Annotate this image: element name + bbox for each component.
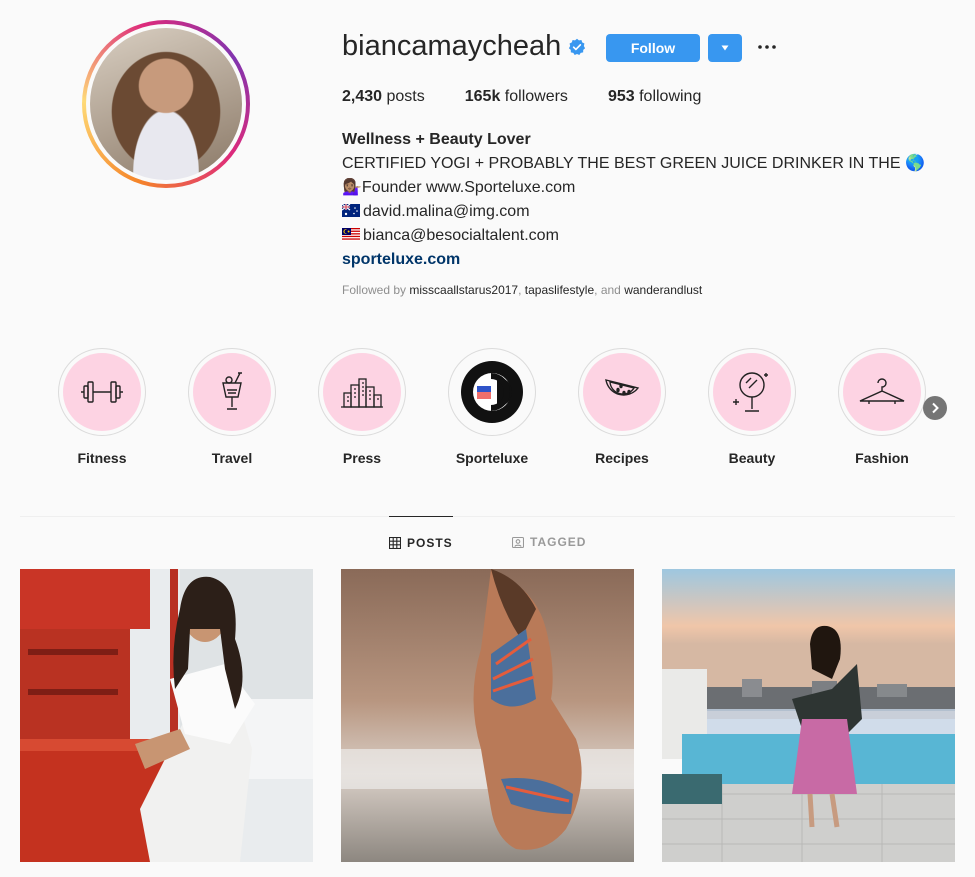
person-emoji: 💁🏽‍♀️ <box>342 179 362 196</box>
highlight-cover <box>453 353 531 431</box>
follow-button[interactable]: Follow <box>606 34 700 62</box>
tab-tagged-label: TAGGED <box>530 535 587 549</box>
tag-user-icon <box>512 536 524 548</box>
highlight-ring <box>708 348 796 436</box>
post-photo-1 <box>20 569 313 862</box>
bio-line-founder: 💁🏽‍♀️Founder www.Sporteluxe.com <box>342 176 925 200</box>
followed-by: Followed by misscaallstarus2017, tapasli… <box>342 283 702 297</box>
profile-bio: Wellness + Beauty Lover CERTIFIED YOGI +… <box>342 128 925 272</box>
highlight-travel[interactable]: Travel <box>188 348 276 466</box>
globe-emoji: 🌎 <box>904 155 925 172</box>
highlight-ring <box>578 348 666 436</box>
highlight-recipes[interactable]: Recipes <box>578 348 666 466</box>
avatar-gap <box>86 24 246 184</box>
tab-tagged[interactable]: TAGGED <box>512 516 586 568</box>
sporteluxe-logo-icon <box>461 361 523 423</box>
cocktail-icon <box>222 372 242 410</box>
bio-line-yogi: CERTIFIED YOGI + PROBABLY THE BEST GREEN… <box>342 152 925 176</box>
followed-by-prefix: Followed by <box>342 283 407 297</box>
highlight-label: Beauty <box>728 450 776 466</box>
followers-stat[interactable]: 165k followers <box>465 88 568 106</box>
chevron-right-icon <box>932 402 939 414</box>
followed-by-user[interactable]: wanderandlust <box>624 283 702 297</box>
section-divider <box>20 516 955 517</box>
ellipsis-icon <box>758 45 776 49</box>
full-name: Wellness + Beauty Lover <box>342 131 531 148</box>
profile-stats: 2,430 posts 165k followers 953 following <box>342 88 741 106</box>
following-count: 953 <box>607 88 635 105</box>
malaysia-flag-icon <box>342 228 360 241</box>
posts-stat: 2,430 posts <box>342 88 425 106</box>
bio-line-email-au: david.malina@img.com <box>342 200 925 224</box>
verified-badge-icon <box>568 38 586 55</box>
highlight-cover <box>63 353 141 431</box>
username: biancamaycheah <box>342 30 562 62</box>
followers-label: followers <box>504 88 568 105</box>
australia-flag-icon <box>342 204 360 217</box>
highlight-sporteluxe[interactable]: Sporteluxe <box>448 348 536 466</box>
tab-posts-label: POSTS <box>407 536 453 550</box>
highlight-label: Fitness <box>77 450 127 466</box>
post-thumbnail[interactable] <box>662 569 955 862</box>
following-label: following <box>639 88 702 105</box>
highlight-label: Sporteluxe <box>455 450 529 466</box>
highlight-ring <box>58 348 146 436</box>
bio-line-email-my: bianca@besocialtalent.com <box>342 224 925 248</box>
highlight-label: Fashion <box>855 450 909 466</box>
post-thumbnail[interactable] <box>20 569 313 862</box>
highlight-fitness[interactable]: Fitness <box>58 348 146 466</box>
highlight-ring <box>188 348 276 436</box>
more-options-button[interactable] <box>756 36 778 58</box>
highlight-ring <box>318 348 406 436</box>
city-buildings-icon <box>341 378 383 408</box>
highlight-cover <box>583 353 661 431</box>
grid-icon <box>389 537 401 549</box>
bio-line-yogi-text: CERTIFIED YOGI + PROBABLY THE BEST GREEN… <box>342 155 901 172</box>
highlight-label: Travel <box>211 450 253 466</box>
followed-by-user[interactable]: misscaallstarus2017 <box>409 283 518 297</box>
highlight-label: Recipes <box>595 450 649 466</box>
posts-label: posts <box>386 88 425 105</box>
hanger-icon <box>859 378 905 404</box>
highlights-next-button[interactable] <box>923 396 947 420</box>
post-photo-3 <box>662 569 955 862</box>
highlight-press[interactable]: Press <box>318 348 406 466</box>
highlight-beauty[interactable]: Beauty <box>708 348 796 466</box>
highlight-cover <box>843 353 921 431</box>
post-photo-2 <box>341 569 634 862</box>
website-link[interactable]: sporteluxe.com <box>342 248 925 272</box>
highlight-cover <box>713 353 791 431</box>
highlight-label: Press <box>342 450 382 466</box>
email-au: david.malina@img.com <box>363 203 530 220</box>
highlight-ring <box>448 348 536 436</box>
highlight-cover <box>193 353 271 431</box>
highlight-cover <box>323 353 401 431</box>
bio-line-founder-text: Founder www.Sporteluxe.com <box>361 179 576 196</box>
post-thumbnail[interactable] <box>341 569 634 862</box>
highlight-fashion[interactable]: Fashion <box>838 348 926 466</box>
email-my: bianca@besocialtalent.com <box>363 227 559 244</box>
dumbbell-icon <box>81 381 123 403</box>
highlight-ring <box>838 348 926 436</box>
suggested-dropdown-button[interactable] <box>708 34 742 62</box>
profile-avatar[interactable] <box>90 28 242 180</box>
tab-posts[interactable]: POSTS <box>389 516 453 569</box>
followed-by-user[interactable]: tapaslifestyle <box>525 283 594 297</box>
followed-by-and: , and <box>594 283 621 297</box>
caret-down-icon <box>721 45 729 51</box>
following-stat[interactable]: 953 following <box>608 88 701 106</box>
watermelon-icon <box>605 379 640 396</box>
mirror-icon <box>733 372 768 412</box>
followers-count: 165k <box>464 88 501 105</box>
posts-count: 2,430 <box>342 88 383 105</box>
followed-by-separator: , <box>518 283 522 297</box>
profile-avatar-ring[interactable] <box>82 20 250 188</box>
